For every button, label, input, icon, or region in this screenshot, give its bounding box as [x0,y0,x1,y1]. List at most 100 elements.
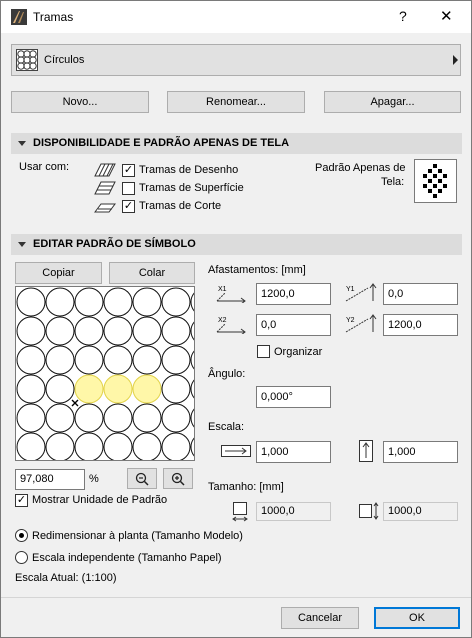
paste-button[interactable]: Colar [109,262,195,284]
pattern-circle [190,350,194,370]
pattern-circle [161,287,191,317]
collapse-triangle-icon [18,242,26,247]
cut-fills-checkbox[interactable]: ✓ [122,200,135,213]
svg-text:X1: X1 [218,286,227,293]
pattern-circle [16,374,46,404]
edit-pattern-section-header[interactable]: EDITAR PADRÃO DE SÍMBOLO [11,234,462,255]
pattern-circle [103,287,133,317]
show-pattern-unit-checkbox[interactable]: ✓ [15,494,28,507]
pattern-circle [161,316,191,346]
pattern-circle [16,316,46,346]
pattern-circle [190,321,194,341]
pattern-circle [132,345,162,375]
origin-marker-icon[interactable] [71,399,79,407]
selected-pattern-name: Círculos [44,54,85,66]
organize-checkbox[interactable] [257,345,270,358]
screen-pattern-preview[interactable] [414,159,457,203]
scale-x-field[interactable]: 1,000 [256,441,331,463]
scale-to-plan-radio[interactable] [15,529,28,542]
zoom-out-icon [135,472,149,486]
surface-fills-checkbox[interactable] [122,182,135,195]
scale-y-field[interactable]: 1,000 [383,441,458,463]
help-button[interactable]: ? [399,8,407,24]
circle-grid[interactable] [16,287,194,460]
pattern-unit-circle [74,374,104,404]
x1-offset-icon: X1 [215,283,247,305]
independent-scale-radio[interactable] [15,551,28,564]
pattern-editor-canvas[interactable] [15,286,195,461]
svg-text:Y1: Y1 [346,286,355,293]
pattern-circle [45,316,75,346]
cut-fills-label: Tramas de Corte [139,200,222,212]
pattern-circle [190,408,194,428]
drafting-fills-label: Tramas de Desenho [139,164,239,176]
window-title: Tramas [33,10,74,24]
copy-button[interactable]: Copiar [15,262,102,284]
y1-offset-icon: Y1 [344,283,378,303]
angle-label: Ângulo: [208,368,246,380]
y2-offset-icon: Y2 [344,314,378,334]
new-button[interactable]: Novo... [11,91,149,113]
y1-offset-field[interactable]: 0,0 [383,283,458,305]
circles-pattern-icon [16,49,38,71]
x2-offset-field[interactable]: 0,0 [256,314,331,336]
x1-offset-field[interactable]: 1200,0 [256,283,331,305]
surface-fills-label: Tramas de Superfície [139,182,244,194]
use-with-label: Usar com: [19,161,70,173]
pattern-selector[interactable]: Círculos [11,44,461,76]
zoom-in-icon [171,472,185,486]
pattern-circle [45,374,75,404]
pattern-circle [132,403,162,433]
y2-offset-field[interactable]: 1200,0 [383,314,458,336]
pattern-circle [103,345,133,375]
zoom-in-button[interactable] [163,468,193,489]
size-label: Tamanho: [mm] [208,481,284,493]
pattern-circle [103,316,133,346]
collapse-triangle-icon [18,141,26,146]
availability-header-text: DISPONIBILIDADE E PADRÃO APENAS DE TELA [33,137,290,149]
pattern-circle [161,403,191,433]
size-height-field: 1000,0 [383,502,458,521]
pattern-circle [190,379,194,399]
edit-header-text: EDITAR PADRÃO DE SÍMBOLO [33,238,196,250]
pattern-circle [45,403,75,433]
angle-field[interactable]: 0,000° [256,386,331,408]
zoom-field[interactable]: 97,080 [15,469,85,490]
dialog-window: Tramas ? ✕ Círculos Novo... Renomear... … [0,0,472,638]
footer-divider [1,597,471,598]
pattern-unit-circle [103,374,133,404]
pattern-circle [16,403,46,433]
svg-text:X2: X2 [218,317,227,324]
height-size-icon [358,501,380,521]
screen-pattern-label-2: Tela: [381,176,405,188]
pattern-circle [132,287,162,317]
scale-label: Escala: [208,421,245,433]
availability-section-header[interactable]: DISPONIBILIDADE E PADRÃO APENAS DE TELA [11,133,462,154]
pattern-circle [74,316,104,346]
pattern-circle [45,432,75,460]
cancel-button[interactable]: Cancelar [281,607,359,629]
drafting-fills-checkbox[interactable]: ✓ [122,164,135,177]
width-size-icon [232,501,248,523]
delete-button[interactable]: Apagar... [324,91,461,113]
rename-button[interactable]: Renomear... [167,91,305,113]
ok-button[interactable]: OK [374,607,460,629]
pattern-circle [74,403,104,433]
close-button[interactable]: ✕ [440,7,453,25]
pattern-circle [103,403,133,433]
zoom-out-button[interactable] [127,468,157,489]
app-icon [11,9,27,25]
pattern-circle [161,345,191,375]
size-width-field: 1000,0 [256,502,331,521]
pattern-circle [190,437,194,457]
chevron-right-icon [453,55,458,65]
pattern-circle [161,374,191,404]
svg-text:Y2: Y2 [346,317,355,324]
pattern-circle [74,345,104,375]
drafting-fill-icon [94,163,116,177]
x2-offset-icon: X2 [215,314,247,336]
pattern-circle [161,432,191,460]
pattern-circle [45,287,75,317]
organize-label: Organizar [274,346,323,358]
show-pattern-unit-label: Mostrar Unidade de Padrão [32,494,168,506]
